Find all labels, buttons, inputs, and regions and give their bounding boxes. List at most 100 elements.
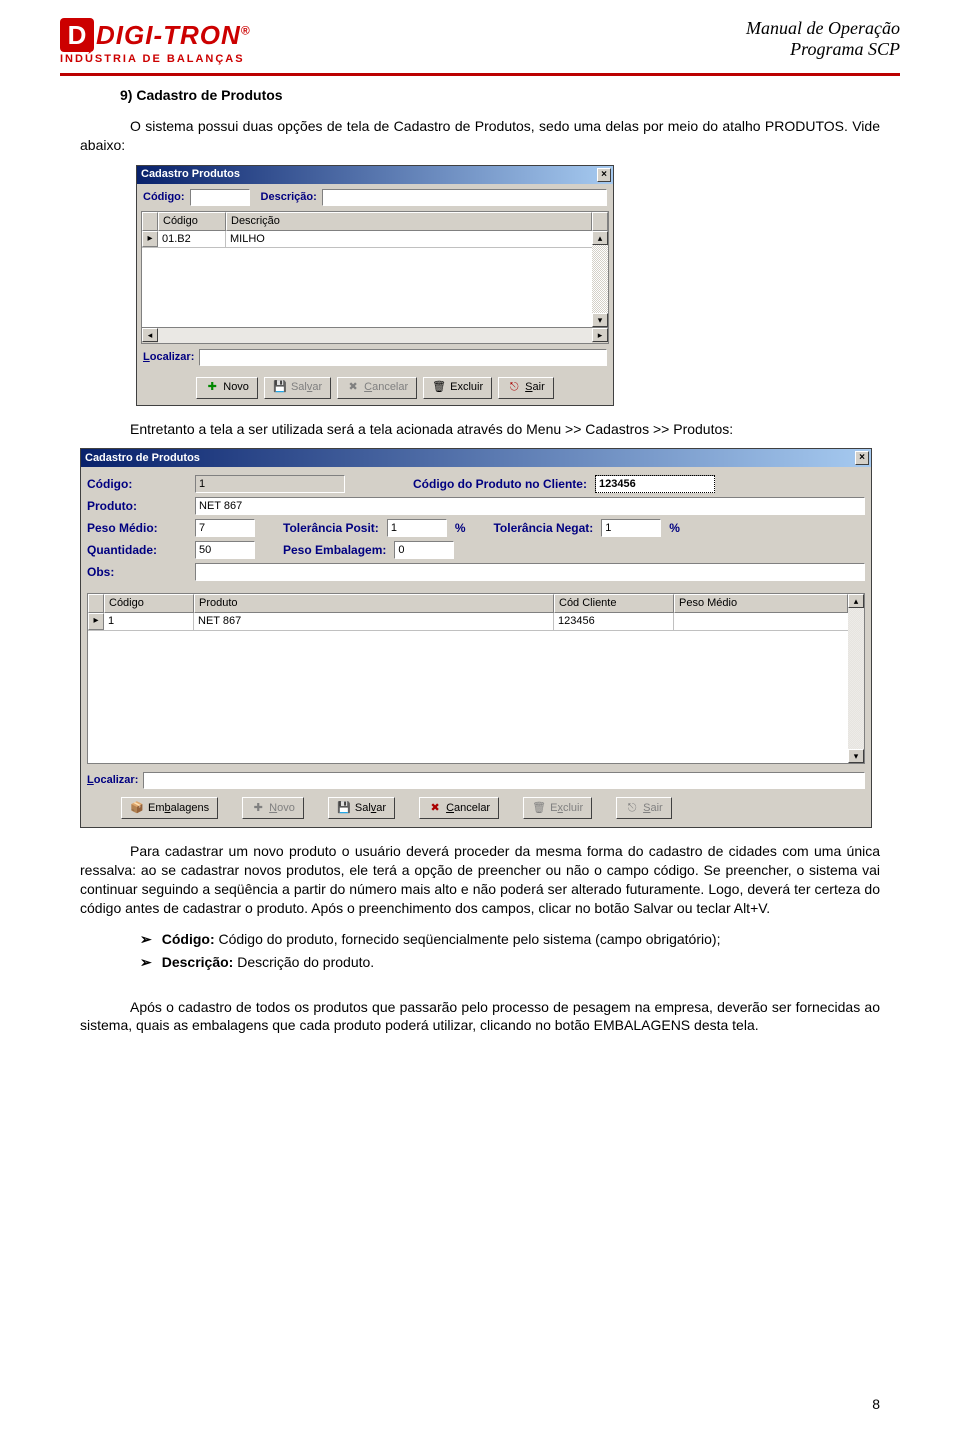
title-text: Cadastro Produtos bbox=[141, 167, 240, 182]
label-obs: Obs: bbox=[87, 564, 187, 580]
input-localizar[interactable] bbox=[199, 349, 607, 366]
excluir-button[interactable]: 🗑Excluir bbox=[423, 377, 492, 399]
package-icon: 📦 bbox=[130, 801, 144, 815]
scroll-down-icon-2[interactable]: ▾ bbox=[848, 749, 864, 763]
scroll-up-icon[interactable]: ▴ bbox=[592, 231, 608, 245]
scroll-track[interactable] bbox=[592, 245, 608, 313]
save-icon-2: 💾 bbox=[337, 801, 351, 815]
sair-button-2[interactable]: ⎋Sair bbox=[616, 797, 672, 819]
bullet-rest-1: Código do produto, fornecido seqüencialm… bbox=[215, 931, 721, 947]
label-codigo-2: Código: bbox=[87, 476, 187, 492]
col-codcliente[interactable]: Cód Cliente bbox=[554, 594, 674, 613]
input-tol-negat[interactable]: 1 bbox=[601, 519, 661, 537]
bullet-rest-2: Descrição do produto. bbox=[233, 954, 374, 970]
input-peso-embalagem[interactable]: 0 bbox=[394, 541, 454, 559]
save-icon: 💾 bbox=[273, 381, 287, 395]
row-selector-icon-2[interactable]: ▸ bbox=[88, 613, 104, 630]
label-pct-1: % bbox=[455, 520, 466, 536]
header-title-2: Programa SCP bbox=[746, 39, 900, 60]
input-descricao[interactable] bbox=[322, 189, 607, 206]
label-tol-negat: Tolerância Negat: bbox=[493, 520, 593, 536]
cancel-icon-2: ✖ bbox=[428, 801, 442, 815]
cancelar-button[interactable]: ✖Cancelar bbox=[337, 377, 417, 399]
col-pesomedio[interactable]: Peso Médio bbox=[674, 594, 848, 613]
para-1: O sistema possui duas opções de tela de … bbox=[80, 117, 880, 155]
product-grid[interactable]: Código Descrição ▸ 01.B2 MILHO ▴ ▾ bbox=[141, 211, 609, 328]
cancel-icon: ✖ bbox=[346, 381, 360, 395]
table-row-2[interactable]: ▸ 1 NET 867 123456 7 bbox=[88, 613, 864, 631]
col-descricao[interactable]: Descrição bbox=[226, 212, 592, 231]
para-4: Após o cadastro de todos os produtos que… bbox=[80, 998, 880, 1036]
novo-button[interactable]: ✚Novo bbox=[196, 377, 258, 399]
label-pct-2: % bbox=[669, 520, 680, 536]
exit-icon-2: ⎋ bbox=[625, 801, 639, 815]
label-produto: Produto: bbox=[87, 498, 187, 514]
logo: D DIGI-TRON® INDÚSTRIA DE BALANÇAS bbox=[60, 18, 251, 65]
col-codigo[interactable]: Código bbox=[158, 212, 226, 231]
label-quantidade: Quantidade: bbox=[87, 542, 187, 558]
label-descricao: Descrição: bbox=[261, 190, 317, 205]
logo-text: DIGI-TRON® bbox=[96, 20, 251, 51]
col-produto[interactable]: Produto bbox=[194, 594, 554, 613]
label-peso-medio: Peso Médio: bbox=[87, 520, 187, 536]
input-obs[interactable] bbox=[195, 563, 865, 581]
section-title: 9) Cadastro de Produtos bbox=[120, 86, 880, 105]
cancelar-button-2[interactable]: ✖Cancelar bbox=[419, 797, 499, 819]
header-titles: Manual de Operação Programa SCP bbox=[746, 18, 900, 60]
label-codcli: Código do Produto no Cliente: bbox=[413, 476, 587, 492]
para-2: Entretanto a tela a ser utilizada será a… bbox=[80, 420, 880, 439]
bullet-list: ➢ Código: Código do produto, fornecido s… bbox=[140, 930, 880, 972]
list-item-descricao: ➢ Descrição: Descrição do produto. bbox=[140, 953, 880, 972]
scroll-up-icon-2[interactable]: ▴ bbox=[848, 594, 864, 608]
label-localizar-2: Localizar: bbox=[87, 773, 138, 788]
cell-cod: 1 bbox=[104, 613, 194, 630]
sair-button[interactable]: ⎋Sair bbox=[498, 377, 554, 399]
novo-button-2[interactable]: ✚Novo bbox=[242, 797, 304, 819]
input-produto[interactable]: NET 867 bbox=[195, 497, 865, 515]
input-codigo[interactable] bbox=[190, 189, 250, 206]
cell-prod: NET 867 bbox=[194, 613, 554, 630]
scroll-right-icon[interactable]: ▸ bbox=[592, 328, 608, 342]
product-grid-2[interactable]: Código Produto Cód Cliente Peso Médio ▸ … bbox=[87, 593, 865, 764]
close-icon[interactable]: × bbox=[597, 168, 611, 182]
row-selector-icon[interactable]: ▸ bbox=[142, 231, 158, 248]
arrow-icon-2: ➢ bbox=[140, 953, 152, 972]
label-codigo: Código: bbox=[143, 190, 185, 205]
cell-descricao: MILHO bbox=[226, 231, 608, 248]
input-peso-medio[interactable]: 7 bbox=[195, 519, 255, 537]
delete-icon-2: 🗑 bbox=[532, 801, 546, 815]
input-quantidade[interactable]: 50 bbox=[195, 541, 255, 559]
arrow-icon: ➢ bbox=[140, 930, 152, 949]
label-tol-posit: Tolerância Posit: bbox=[283, 520, 379, 536]
bullet-strong-1: Código: bbox=[162, 931, 215, 947]
cell-pm: 7 bbox=[674, 613, 864, 630]
label-peso-embalagem: Peso Embalagem: bbox=[283, 542, 386, 558]
table-row[interactable]: ▸ 01.B2 MILHO bbox=[142, 231, 608, 249]
salvar-button-2[interactable]: 💾Salvar bbox=[328, 797, 395, 819]
titlebar-2: Cadastro de Produtos × bbox=[81, 449, 871, 467]
scroll-left-icon[interactable]: ◂ bbox=[142, 328, 158, 342]
title-text-2: Cadastro de Produtos bbox=[85, 451, 200, 466]
page-number: 8 bbox=[872, 1396, 880, 1412]
bullet-strong-2: Descrição: bbox=[162, 954, 234, 970]
scroll-track-2[interactable] bbox=[848, 608, 864, 749]
excluir-button-2[interactable]: 🗑Excluir bbox=[523, 797, 592, 819]
input-localizar-2[interactable] bbox=[143, 772, 865, 789]
input-codigo-2[interactable]: 1 bbox=[195, 475, 345, 493]
cell-codigo: 01.B2 bbox=[158, 231, 226, 248]
salvar-button[interactable]: 💾Salvar bbox=[264, 377, 331, 399]
horizontal-scrollbar[interactable]: ◂ ▸ bbox=[141, 328, 609, 344]
para-3: Para cadastrar um novo produto o usuário… bbox=[80, 842, 880, 918]
header-title-1: Manual de Operação bbox=[746, 18, 900, 39]
input-codcli[interactable]: 123456 bbox=[595, 475, 715, 493]
window-cadastro-de-produtos: Cadastro de Produtos × Código: 1 Código … bbox=[80, 448, 872, 828]
scroll-down-icon[interactable]: ▾ bbox=[592, 313, 608, 327]
exit-icon: ⎋ bbox=[507, 381, 521, 395]
col-codigo-2[interactable]: Código bbox=[104, 594, 194, 613]
logo-d-icon: D bbox=[60, 18, 94, 52]
input-tol-posit[interactable]: 1 bbox=[387, 519, 447, 537]
cell-cli: 123456 bbox=[554, 613, 674, 630]
delete-icon: 🗑 bbox=[432, 381, 446, 395]
embalagens-button[interactable]: 📦Embalagens bbox=[121, 797, 218, 819]
close-icon-2[interactable]: × bbox=[855, 451, 869, 465]
